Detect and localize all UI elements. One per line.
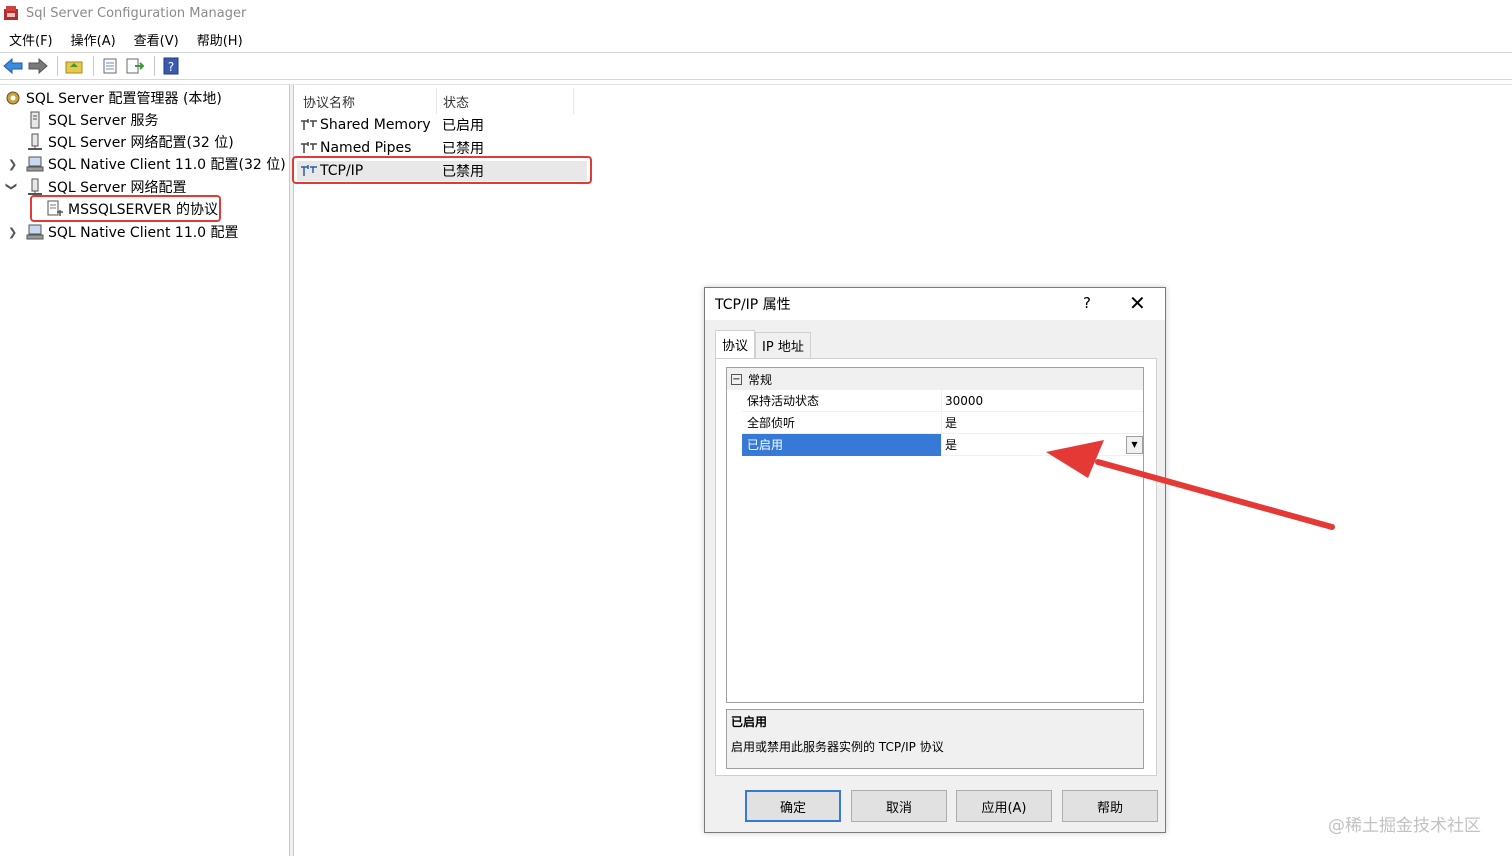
annotation-arrow-icon — [1046, 440, 1335, 530]
watermark: @稀土掘金技术社区 — [1328, 816, 1481, 836]
